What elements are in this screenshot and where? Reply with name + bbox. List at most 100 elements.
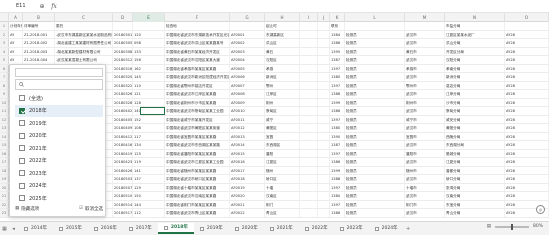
sheet-tab[interactable]: 2017年 — [123, 223, 158, 234]
table-cell[interactable] — [318, 56, 330, 64]
table-cell[interactable]: 128 — [133, 98, 165, 106]
table-cell[interactable] — [300, 98, 318, 106]
table-cell[interactable]: 青山区 — [265, 209, 300, 217]
table-cell[interactable]: Z1-2018-004 — [23, 56, 55, 64]
table-cell[interactable]: AY28 — [505, 64, 549, 72]
table-cell[interactable]: 110 — [133, 81, 165, 89]
table-cell[interactable]: 检测员 — [345, 98, 405, 106]
table-cell[interactable]: 洪山区 — [265, 39, 300, 47]
table-cell[interactable]: 咸宁市 — [405, 115, 445, 123]
table-cell[interactable]: 检测员 — [345, 90, 405, 98]
table-cell[interactable]: 152 — [133, 115, 165, 123]
table-cell[interactable] — [133, 22, 165, 30]
table-cell[interactable]: AY — [9, 47, 23, 55]
table-cell[interactable]: 119 — [133, 158, 165, 166]
table-cell[interactable]: 检测员 — [345, 56, 405, 64]
table-cell[interactable]: 张湾分局 — [445, 183, 505, 191]
table-cell[interactable]: AF0014 — [230, 141, 265, 149]
column-header-k[interactable]: K — [330, 13, 345, 22]
table-cell[interactable]: AY28 — [505, 166, 549, 174]
checkbox[interactable] — [19, 95, 25, 102]
checkbox[interactable] — [19, 170, 25, 177]
table-cell[interactable] — [300, 132, 318, 140]
row-number[interactable]: 5 — [0, 56, 9, 64]
sheet-tab[interactable]: 2020年 — [229, 223, 264, 234]
table-cell[interactable]: AY28 — [505, 56, 549, 64]
row-number[interactable]: 6 — [0, 64, 9, 72]
table-cell[interactable]: 武汉市 — [405, 73, 445, 81]
table-cell[interactable]: 检测员 — [345, 47, 405, 55]
filter-option[interactable]: 2021年 — [15, 142, 103, 155]
row-number[interactable]: 15 — [0, 141, 9, 149]
table-cell[interactable]: 108 — [133, 124, 165, 132]
table-cell[interactable]: 中国湖北省武汉市新洲区阳逻经济开发区 — [165, 73, 230, 81]
table-cell[interactable]: AF0017 — [230, 166, 265, 174]
table-cell[interactable] — [318, 200, 330, 208]
table-cell[interactable]: 检查地 — [165, 22, 230, 30]
table-cell[interactable]: 新洲区 — [265, 73, 300, 81]
column-header-n[interactable]: N — [445, 13, 505, 22]
table-cell[interactable]: 20180507 — [113, 183, 133, 191]
add-sheet-icon[interactable]: + — [404, 226, 413, 232]
table-cell[interactable]: 中国湖北省宜昌市某某区某某路 — [165, 132, 230, 140]
table-cell[interactable]: 武汉市 — [405, 209, 445, 217]
table-cell[interactable] — [318, 47, 330, 55]
table-cell[interactable]: 评审编号 — [23, 22, 55, 30]
table-cell[interactable]: 蔡甸区 — [265, 107, 300, 115]
table-cell[interactable] — [113, 22, 133, 30]
table-cell[interactable]: 中国湖北省孝感市某某区某某路 — [165, 64, 230, 72]
table-cell[interactable]: AF0008 — [230, 90, 265, 98]
table-cell[interactable]: 144 — [133, 200, 165, 208]
row-number[interactable]: 12 — [0, 115, 9, 123]
table-cell[interactable]: 1397 — [330, 200, 345, 208]
table-cell[interactable]: 1397 — [330, 115, 345, 123]
table-cell[interactable] — [318, 183, 330, 191]
table-cell[interactable]: 东宝分局 — [445, 200, 505, 208]
table-cell[interactable]: 委托 — [55, 22, 113, 30]
sheet-tab[interactable]: 2022年 — [299, 223, 334, 234]
table-cell[interactable]: AY — [9, 39, 23, 47]
table-cell[interactable]: 汉南区 — [265, 192, 300, 200]
table-cell[interactable]: 20180412 — [113, 132, 133, 140]
table-cell[interactable]: 黄陂分局 — [445, 124, 505, 132]
table-cell[interactable]: 检测员 — [345, 175, 405, 183]
filter-option[interactable]: 2020年 — [15, 130, 103, 143]
table-cell[interactable] — [318, 39, 330, 47]
table-cell[interactable]: 中国湖北省十堰市某某区某某路 — [165, 183, 230, 191]
table-cell[interactable]: -湖北省建工某某建材有限责任公司 — [55, 39, 113, 47]
table-cell[interactable]: 20180423 — [113, 158, 133, 166]
table-cell[interactable]: 145 — [133, 73, 165, 81]
table-cell[interactable]: AF0011 — [230, 115, 265, 123]
filter-option[interactable]: 2023年 — [15, 167, 103, 180]
prev-sheet-icon[interactable]: ◂ — [9, 226, 18, 232]
table-cell[interactable]: 东湖高新区 — [265, 30, 300, 38]
column-header-e[interactable]: E — [133, 13, 165, 22]
table-cell[interactable]: 新洲分局 — [445, 73, 505, 81]
table-cell[interactable]: 宜昌市 — [405, 132, 445, 140]
table-cell[interactable] — [318, 107, 330, 115]
table-cell[interactable] — [318, 166, 330, 174]
table-cell[interactable]: 1399 — [330, 166, 345, 174]
table-cell[interactable]: 随州 — [265, 166, 300, 174]
table-cell[interactable]: 20180322 — [113, 81, 133, 89]
table-cell[interactable]: 20180320 — [113, 73, 133, 81]
table-cell[interactable]: 检测员 — [345, 124, 405, 132]
table-cell[interactable]: 中国湖北省襄阳市某某区某某路 — [165, 149, 230, 157]
column-header-c[interactable]: C — [55, 13, 113, 22]
select-all-corner[interactable] — [0, 13, 9, 22]
table-cell[interactable]: 荆州 — [265, 98, 300, 106]
sheet-tab[interactable]: 2018年 — [157, 223, 194, 234]
table-cell[interactable]: 中国湖北省武汉市洪山区某某路某号 — [165, 39, 230, 47]
row-number[interactable]: 1 — [0, 22, 9, 30]
table-cell[interactable]: 检测员 — [345, 81, 405, 89]
row-number[interactable]: 8 — [0, 81, 9, 89]
column-header-b[interactable]: B — [23, 13, 55, 22]
table-cell[interactable]: 中国湖北省黄石市某某经济开发区 — [165, 47, 230, 55]
row-number[interactable]: 14 — [0, 132, 9, 140]
table-cell[interactable]: 中国湖北省武汉市汉阳区某某大道 — [165, 56, 230, 64]
column-header-d[interactable]: D — [113, 13, 133, 22]
table-cell[interactable]: 武汉市 — [405, 107, 445, 115]
table-cell[interactable]: -湖北某某新型建材有限公司 — [55, 47, 113, 55]
table-cell[interactable]: 随州市 — [405, 166, 445, 174]
deselect-all-button[interactable]: ☑ 取消全选 — [79, 206, 103, 212]
